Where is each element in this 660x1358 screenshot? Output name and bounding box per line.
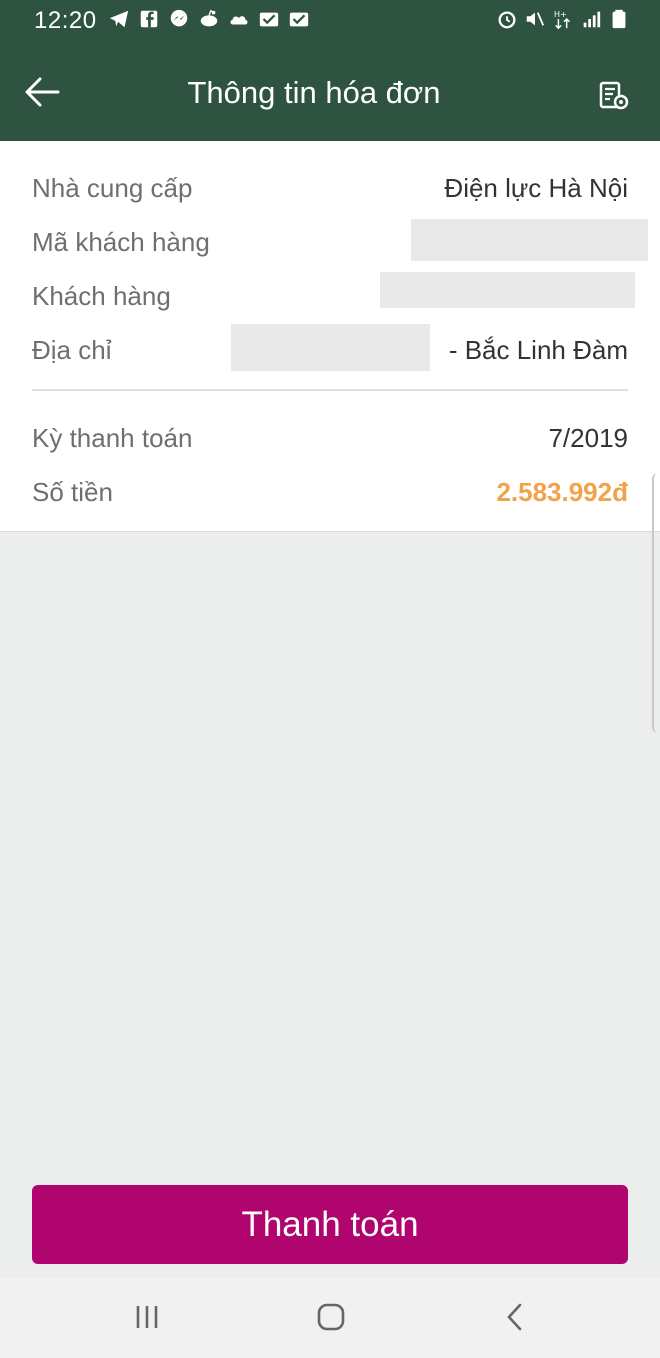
telegram-icon [109,10,129,28]
amount-row: Số tiền 2.583.992đ [32,471,628,511]
navigation-bar [0,1278,660,1358]
amount-value: 2.583.992đ [496,477,628,507]
period-row: Kỳ thanh toán 7/2019 [32,417,628,457]
receipt-settings-icon[interactable] [598,80,630,112]
battery-icon [612,9,626,29]
customer-label: Khách hàng [32,281,171,311]
system-icons: H+ [496,8,630,30]
status-bar: 12:20 H+ [0,0,660,42]
messenger-icon [170,9,188,27]
period-value: 7/2019 [548,423,628,453]
notification-icons [108,8,310,30]
customer-code-label: Mã khách hàng [32,227,210,257]
provider-row: Nhà cung cấp Điện lực Hà Nội [32,167,628,207]
provider-value: Điện lực Hà Nội [444,173,628,203]
back-chevron-icon[interactable] [493,1298,537,1338]
signal-icon [583,11,601,28]
address-redacted [231,324,430,371]
customer-code-redacted [411,219,648,261]
mail-check-icon [259,12,279,27]
bill-info-card: Nhà cung cấp Điện lực Hà Nội Mã khách hà… [0,141,660,532]
home-icon[interactable] [309,1298,353,1338]
reddit-icon [200,9,218,27]
recent-apps-icon[interactable] [125,1298,169,1338]
scroll-indicator[interactable] [652,473,660,733]
data-icon: H+ [554,9,570,30]
provider-label: Nhà cung cấp [32,173,193,203]
address-label: Địa chỉ [32,335,112,365]
divider [32,389,628,391]
customer-name-redacted [380,272,635,308]
mute-icon [526,12,545,26]
period-label: Kỳ thanh toán [32,423,193,453]
amount-label: Số tiền [32,477,113,507]
mail-check-icon [289,12,309,27]
status-time: 12:20 [34,7,97,34]
svg-text:H+: H+ [554,9,567,19]
facebook-icon [140,10,158,28]
page-title: Thông tin hóa đơn [187,75,441,110]
app-bar: Thông tin hóa đơn [0,42,660,141]
pay-button[interactable]: Thanh toán [32,1185,628,1264]
address-value: - Bắc Linh Đàm [448,335,628,365]
alarm-icon [498,11,516,29]
cloud-icon [230,16,248,25]
